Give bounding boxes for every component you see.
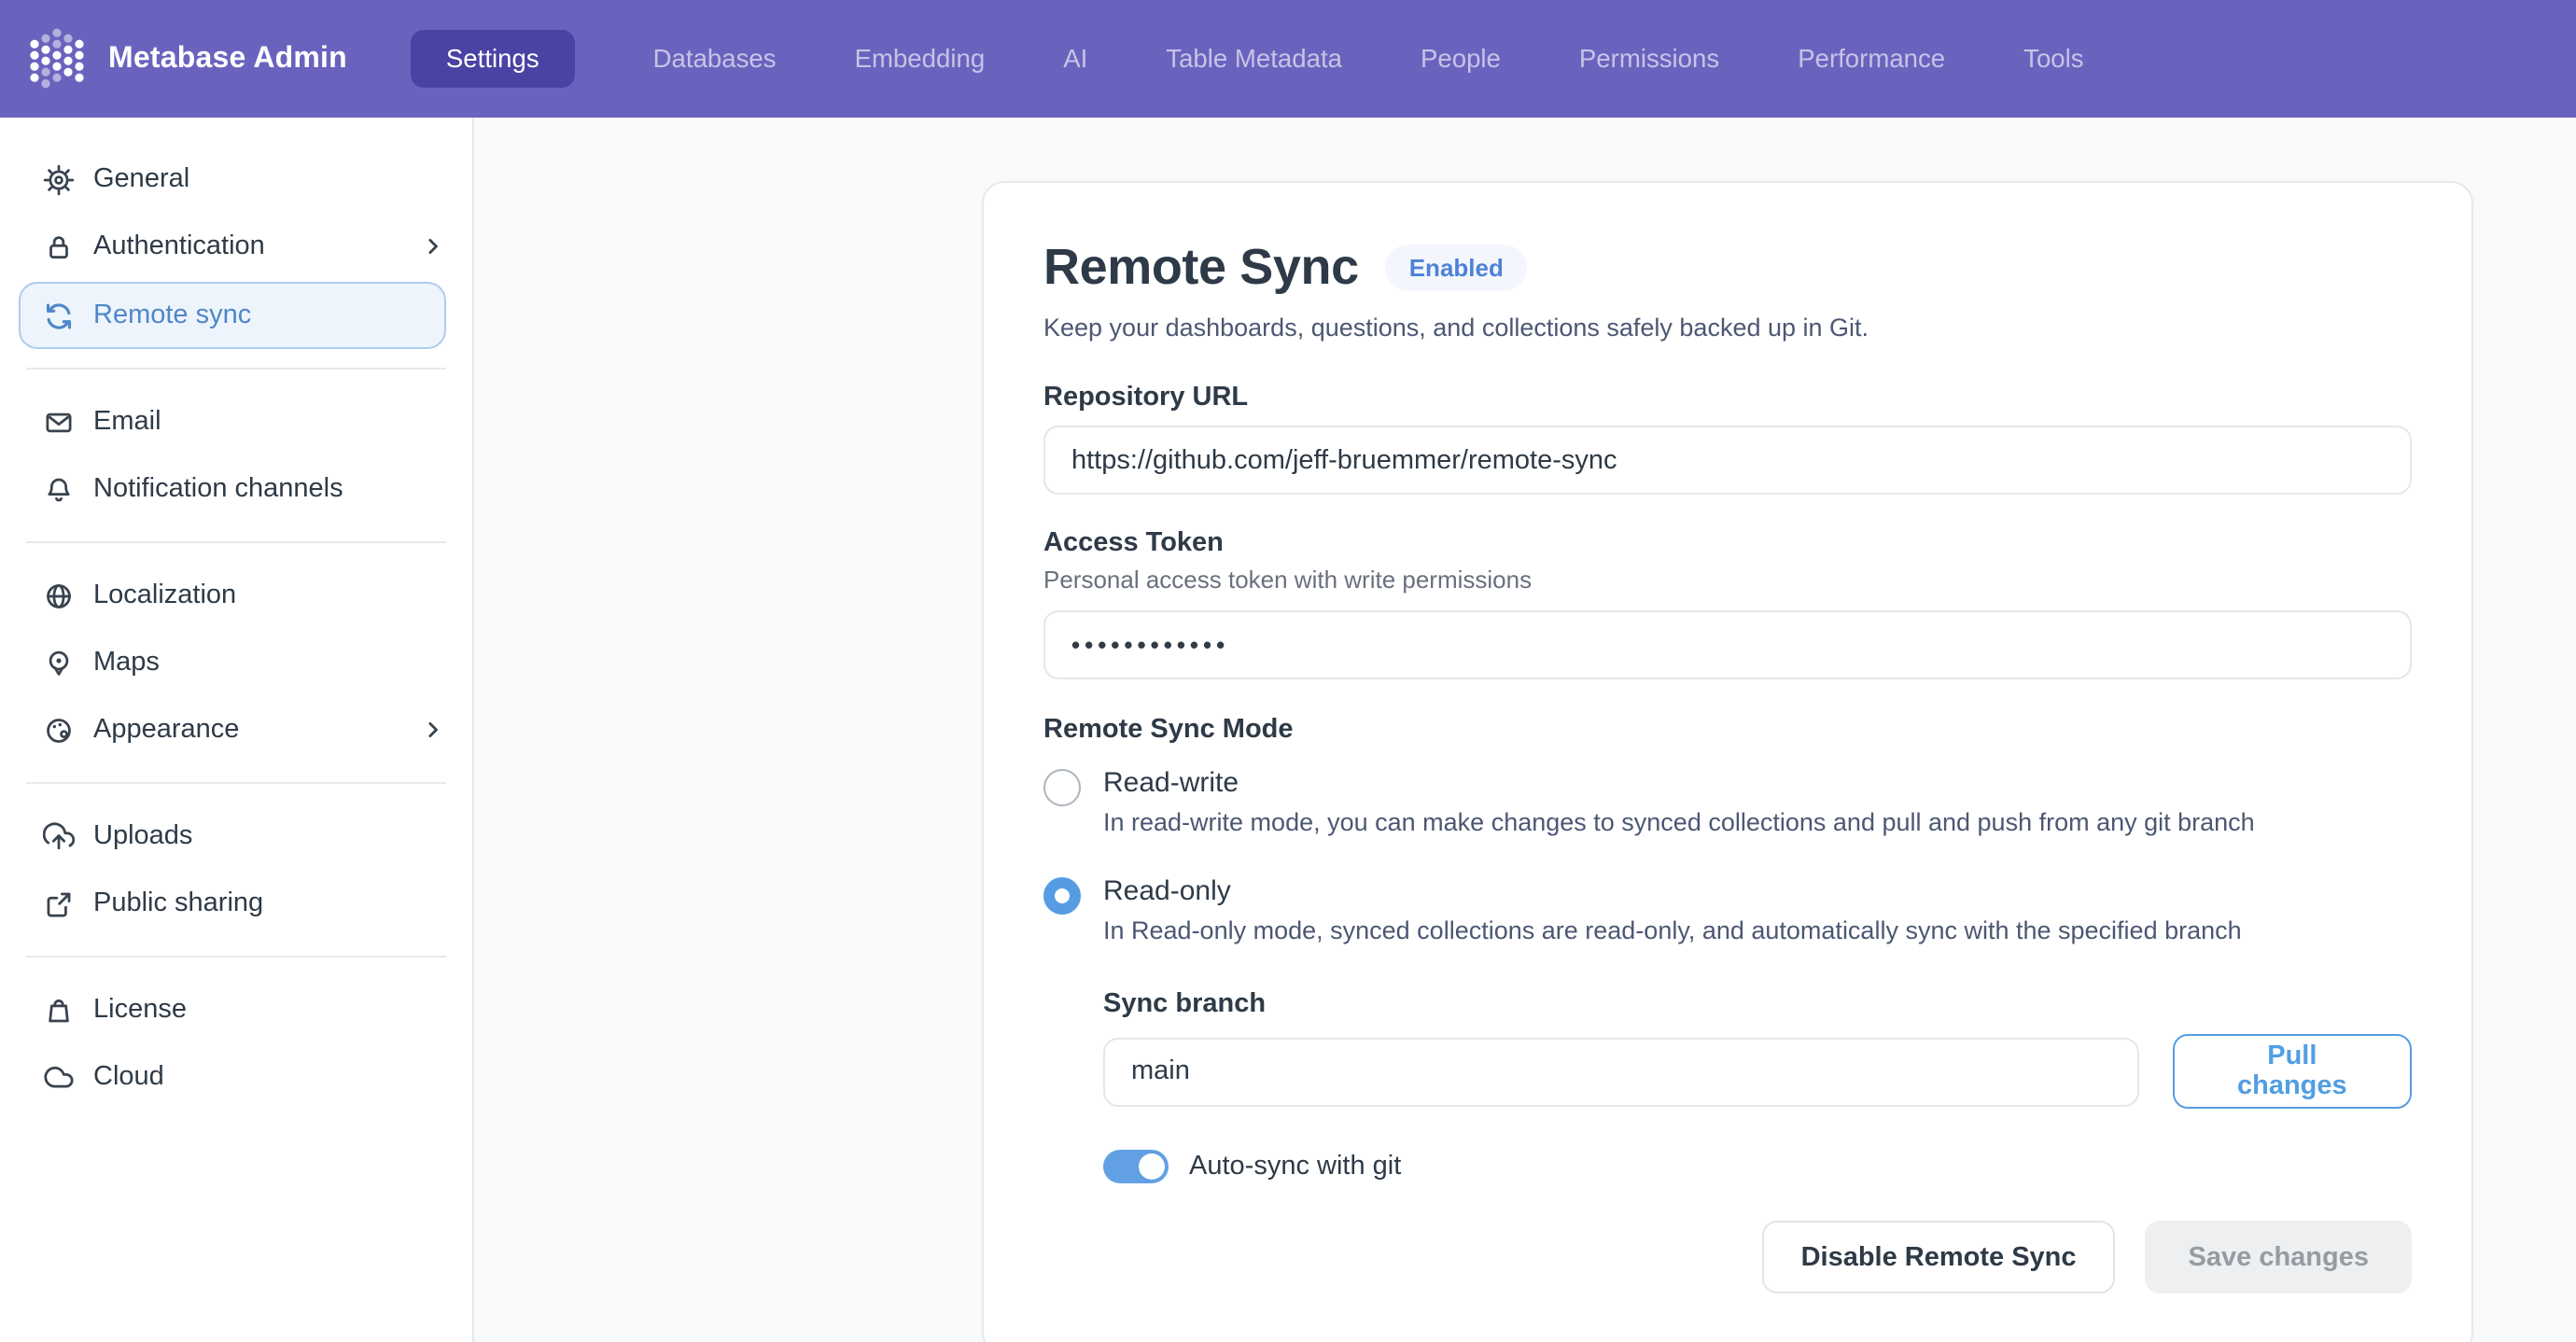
- status-badge: Enabled: [1385, 245, 1528, 291]
- read-write-description: In read-write mode, you can make changes…: [1103, 808, 2255, 836]
- read-only-label[interactable]: Read-only: [1103, 875, 2242, 907]
- sidebar-item-maps[interactable]: Maps: [0, 629, 472, 696]
- admin-nav-tabs: Settings Databases Embedding AI Table Me…: [411, 30, 2084, 88]
- sidebar-item-label: Cloud: [93, 1062, 164, 1092]
- disable-remote-sync-button[interactable]: Disable Remote Sync: [1762, 1221, 2116, 1293]
- tab-ai[interactable]: AI: [1063, 45, 1087, 73]
- app-title: Metabase Admin: [108, 42, 347, 76]
- gear-icon: [43, 163, 75, 195]
- sidebar-item-label: Notification channels: [93, 474, 343, 504]
- sidebar-item-label: Public sharing: [93, 888, 263, 918]
- sidebar-item-cloud[interactable]: Cloud: [0, 1043, 472, 1111]
- app: Metabase Admin Settings Databases Embedd…: [0, 0, 2576, 1342]
- sidebar-divider: [26, 368, 446, 370]
- radio-option-read-write: Read-write In read-write mode, you can m…: [1043, 767, 2412, 836]
- auto-sync-label: Auto-sync with git: [1189, 1152, 1401, 1181]
- access-token-label: Access Token: [1043, 528, 2412, 558]
- radio-option-read-only: Read-only In Read-only mode, synced coll…: [1043, 875, 2412, 944]
- repository-url-label: Repository URL: [1043, 383, 2412, 412]
- sidebar-item-remote-sync[interactable]: Remote sync: [19, 282, 446, 349]
- page-description: Keep your dashboards, questions, and col…: [1043, 314, 2412, 342]
- sidebar-item-label: License: [93, 995, 187, 1025]
- read-write-label[interactable]: Read-write: [1103, 767, 2255, 799]
- save-changes-button[interactable]: Save changes: [2146, 1221, 2412, 1293]
- tab-tools[interactable]: Tools: [2023, 45, 2083, 73]
- sidebar-item-license[interactable]: License: [0, 976, 472, 1043]
- auto-sync-toggle[interactable]: [1103, 1150, 1169, 1183]
- sidebar-item-authentication[interactable]: Authentication: [0, 213, 472, 280]
- access-token-helper: Personal access token with write permiss…: [1043, 566, 2412, 594]
- tab-settings[interactable]: Settings: [411, 30, 575, 88]
- tab-people[interactable]: People: [1421, 45, 1501, 73]
- share-icon: [43, 888, 75, 919]
- top-navbar: Metabase Admin Settings Databases Embedd…: [0, 0, 2576, 118]
- settings-sidebar: General Authentication: [0, 118, 474, 1342]
- read-only-description: In Read-only mode, synced collections ar…: [1103, 916, 2242, 944]
- pull-changes-button[interactable]: Pull changes: [2173, 1034, 2412, 1109]
- sidebar-item-label: Maps: [93, 648, 160, 678]
- sidebar-item-email[interactable]: Email: [0, 388, 472, 455]
- sidebar-item-public-sharing[interactable]: Public sharing: [0, 870, 472, 937]
- sidebar-item-label: Remote sync: [93, 301, 251, 330]
- sidebar-item-appearance[interactable]: Appearance: [0, 696, 472, 763]
- palette-icon: [43, 714, 75, 746]
- sidebar-divider: [26, 956, 446, 958]
- toggle-knob: [1139, 1153, 1165, 1180]
- read-write-radio[interactable]: [1043, 769, 1081, 806]
- chevron-right-icon: [420, 233, 446, 259]
- sidebar-divider: [26, 782, 446, 784]
- mail-icon: [43, 406, 75, 438]
- sidebar-item-label: Email: [93, 407, 161, 437]
- sidebar-item-notification-channels[interactable]: Notification channels: [0, 455, 472, 523]
- chevron-right-icon: [420, 717, 446, 743]
- metabase-logo-icon: [26, 28, 88, 90]
- read-only-radio[interactable]: [1043, 877, 1081, 915]
- cloud-icon: [43, 1061, 75, 1093]
- sidebar-item-localization[interactable]: Localization: [0, 562, 472, 629]
- sync-icon: [43, 300, 75, 331]
- sidebar-item-label: Authentication: [93, 231, 265, 261]
- remote-sync-card: Remote Sync Enabled Keep your dashboards…: [982, 181, 2473, 1342]
- cloud-upload-icon: [43, 820, 75, 852]
- sidebar-item-general[interactable]: General: [0, 146, 472, 213]
- store-icon: [43, 994, 75, 1026]
- tab-embedding[interactable]: Embedding: [855, 45, 986, 73]
- sidebar-item-label: Localization: [93, 580, 236, 610]
- map-pin-icon: [43, 647, 75, 678]
- access-token-input[interactable]: [1043, 610, 2412, 679]
- sidebar-item-label: General: [93, 164, 189, 194]
- sync-mode-label: Remote Sync Mode: [1043, 715, 2412, 745]
- bell-icon: [43, 473, 75, 505]
- tab-permissions[interactable]: Permissions: [1579, 45, 1719, 73]
- tab-databases[interactable]: Databases: [653, 45, 777, 73]
- sidebar-item-label: Appearance: [93, 715, 239, 745]
- sidebar-divider: [26, 541, 446, 543]
- sync-branch-label: Sync branch: [1103, 989, 2412, 1019]
- page-title: Remote Sync: [1043, 239, 1359, 297]
- sidebar-item-label: Uploads: [93, 821, 192, 851]
- sync-branch-input[interactable]: [1103, 1037, 2139, 1106]
- main-content: Remote Sync Enabled Keep your dashboards…: [474, 118, 2576, 1342]
- lock-icon: [43, 231, 75, 262]
- sidebar-item-uploads[interactable]: Uploads: [0, 803, 472, 870]
- tab-table-metadata[interactable]: Table Metadata: [1166, 45, 1342, 73]
- globe-icon: [43, 580, 75, 611]
- repository-url-input[interactable]: [1043, 426, 2412, 495]
- tab-performance[interactable]: Performance: [1798, 45, 1945, 73]
